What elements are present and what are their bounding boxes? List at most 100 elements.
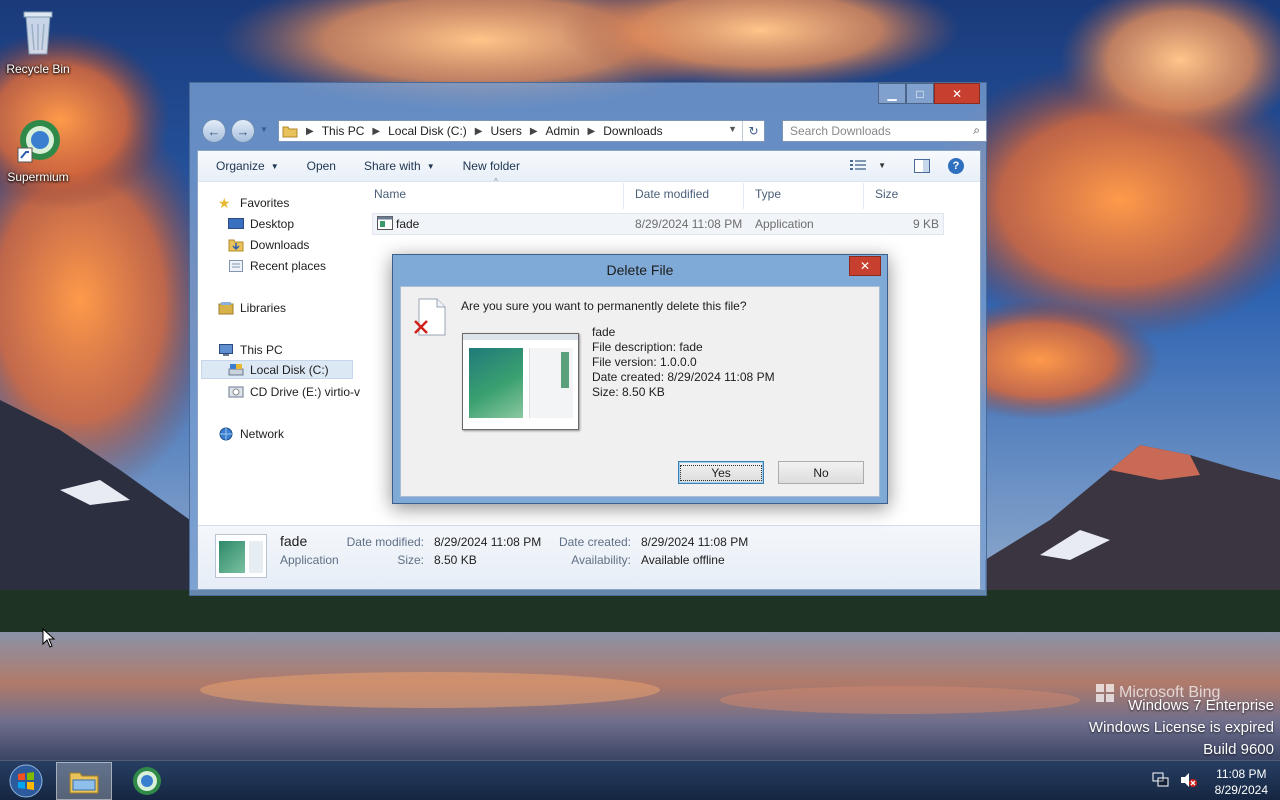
desktop-icon-recycle-bin[interactable]: Recycle Bin [0, 8, 76, 76]
breadcrumb-downloads[interactable]: Downloads [603, 124, 662, 138]
column-header-size[interactable]: Size [875, 187, 898, 201]
column-header-name[interactable]: Name [374, 187, 406, 201]
address-dropdown-icon[interactable]: ▼ [728, 124, 737, 134]
breadcrumb-this-pc[interactable]: This PC [322, 124, 365, 138]
nav-network[interactable]: Network [218, 424, 284, 443]
new-folder-label: New folder [462, 159, 520, 173]
nav-desktop[interactable]: Desktop [228, 214, 294, 233]
close-button[interactable]: ✕ [934, 83, 980, 104]
column-header-date-modified[interactable]: Date modified [635, 187, 709, 201]
network-icon [218, 427, 234, 441]
os-edition-text: Windows 7 Enterprise [1128, 697, 1274, 714]
file-size: 9 KB [912, 217, 939, 231]
open-button[interactable]: Open [297, 159, 346, 173]
nav-libraries[interactable]: Libraries [218, 298, 286, 317]
recent-places-icon [228, 259, 244, 273]
no-button[interactable]: No [778, 461, 864, 484]
windows-start-icon [9, 764, 43, 798]
help-icon[interactable]: ? [948, 158, 964, 174]
search-placeholder: Search Downloads [790, 124, 891, 138]
column-divider [623, 183, 624, 209]
license-status-text: Windows License is expired [1088, 719, 1274, 736]
delete-file-icon [413, 297, 447, 340]
details-file-type: Application [280, 553, 339, 567]
desktop-icon-label: Recycle Bin [6, 62, 70, 76]
desktop-icon-label: Supermium [7, 170, 69, 184]
refresh-icon[interactable]: ↻ [742, 121, 764, 141]
search-icon: ⌕ [973, 123, 980, 137]
dialog-file-description: File description: fade [592, 340, 703, 354]
start-button[interactable] [4, 762, 48, 800]
share-with-button[interactable]: Share with ▼ [354, 159, 445, 173]
dialog-question: Are you sure you want to permanently del… [461, 299, 747, 313]
address-row: ← → ▼ ▶ This PC ▶ Local Disk (C:) ▶ User… [198, 117, 987, 143]
delete-file-dialog: Delete File ✕ Are you sure you want to p… [392, 254, 888, 504]
details-pane: fade Application Date modified: 8/29/202… [198, 525, 980, 589]
taskbar-supermium-button[interactable] [122, 762, 172, 800]
breadcrumb: ▶ This PC ▶ Local Disk (C:) ▶ Users ▶ Ad… [298, 124, 663, 138]
breadcrumb-admin[interactable]: Admin [546, 124, 580, 138]
dialog-close-button[interactable]: ✕ [849, 256, 881, 276]
downloads-folder-icon [228, 238, 244, 252]
recent-locations-chevron-icon[interactable]: ▼ [260, 125, 268, 134]
preview-pane-button[interactable] [914, 159, 930, 176]
star-icon: ★ [218, 194, 231, 211]
back-button[interactable]: ← [202, 119, 226, 143]
nav-favorites[interactable]: ★ Favorites [218, 193, 289, 212]
yes-button[interactable]: Yes [678, 461, 764, 484]
details-date-created-label: Date created: [558, 535, 631, 549]
breadcrumb-local-disk[interactable]: Local Disk (C:) [388, 124, 467, 138]
mouse-cursor-icon [42, 628, 56, 648]
address-bar[interactable]: ▶ This PC ▶ Local Disk (C:) ▶ Users ▶ Ad… [278, 120, 765, 142]
sort-indicator-icon: ^ [494, 177, 498, 186]
file-explorer-icon [69, 772, 99, 794]
breadcrumb-separator-icon: ▶ [372, 125, 381, 137]
details-size: 8.50 KB [434, 553, 477, 567]
nav-recent-places[interactable]: Recent places [228, 256, 326, 275]
new-folder-button[interactable]: New folder [453, 159, 530, 173]
supermium-icon [133, 767, 161, 795]
network-status-icon[interactable] [1152, 772, 1170, 791]
view-options-button[interactable]: ▼ [850, 159, 886, 171]
nav-cd-drive[interactable]: CD Drive (E:) virtio-v [228, 382, 360, 401]
open-label: Open [306, 159, 336, 173]
nav-downloads[interactable]: Downloads [228, 235, 309, 254]
breadcrumb-users[interactable]: Users [490, 124, 521, 138]
desktop-icon [228, 217, 244, 231]
no-label: No [813, 465, 829, 480]
share-with-label: Share with [363, 159, 421, 173]
breadcrumb-separator-icon: ▶ [474, 125, 483, 137]
nav-label: CD Drive (E:) virtio-v [250, 384, 360, 399]
nav-label: Recent places [250, 258, 327, 273]
details-availability: Available offline [641, 553, 725, 567]
column-header-type[interactable]: Type [755, 187, 781, 201]
desktop-icon-supermium[interactable]: Supermium [0, 116, 76, 184]
file-name: fade [396, 217, 420, 231]
dialog-date-created: Date created: 8/29/2024 11:08 PM [592, 370, 775, 384]
nav-label: Libraries [240, 300, 287, 315]
system-tray [1152, 761, 1198, 800]
clock-time: 11:08 PM [1216, 767, 1267, 781]
volume-muted-icon[interactable] [1180, 772, 1198, 791]
details-date-modified-label: Date modified: [346, 535, 424, 549]
search-input[interactable]: Search Downloads ⌕ [782, 120, 987, 142]
maximize-button[interactable]: □ [906, 83, 934, 104]
column-divider [863, 183, 864, 209]
command-bar: Organize ▼ Open Share with ▼ New folder … [198, 151, 980, 182]
clock[interactable]: 11:08 PM 8/29/2024 [1215, 766, 1268, 798]
minimize-button[interactable]: ▁ [878, 83, 906, 104]
details-file-name: fade [280, 533, 308, 549]
hard-drive-icon [228, 363, 244, 377]
forward-button[interactable]: → [231, 119, 255, 143]
supermium-icon [0, 116, 76, 167]
taskbar-file-explorer-button[interactable] [56, 762, 112, 800]
organize-label: Organize [216, 159, 265, 173]
file-date-modified: 8/29/2024 11:08 PM [635, 217, 743, 231]
details-availability-label: Availability: [571, 553, 631, 567]
organize-button[interactable]: Organize ▼ [206, 159, 289, 173]
libraries-icon [218, 301, 234, 315]
file-row[interactable]: fade 8/29/2024 11:08 PM Application 9 KB [372, 213, 944, 235]
nav-label: Network [240, 426, 285, 441]
nav-local-disk[interactable]: Local Disk (C:) [201, 360, 353, 379]
nav-this-pc[interactable]: This PC [218, 340, 283, 359]
